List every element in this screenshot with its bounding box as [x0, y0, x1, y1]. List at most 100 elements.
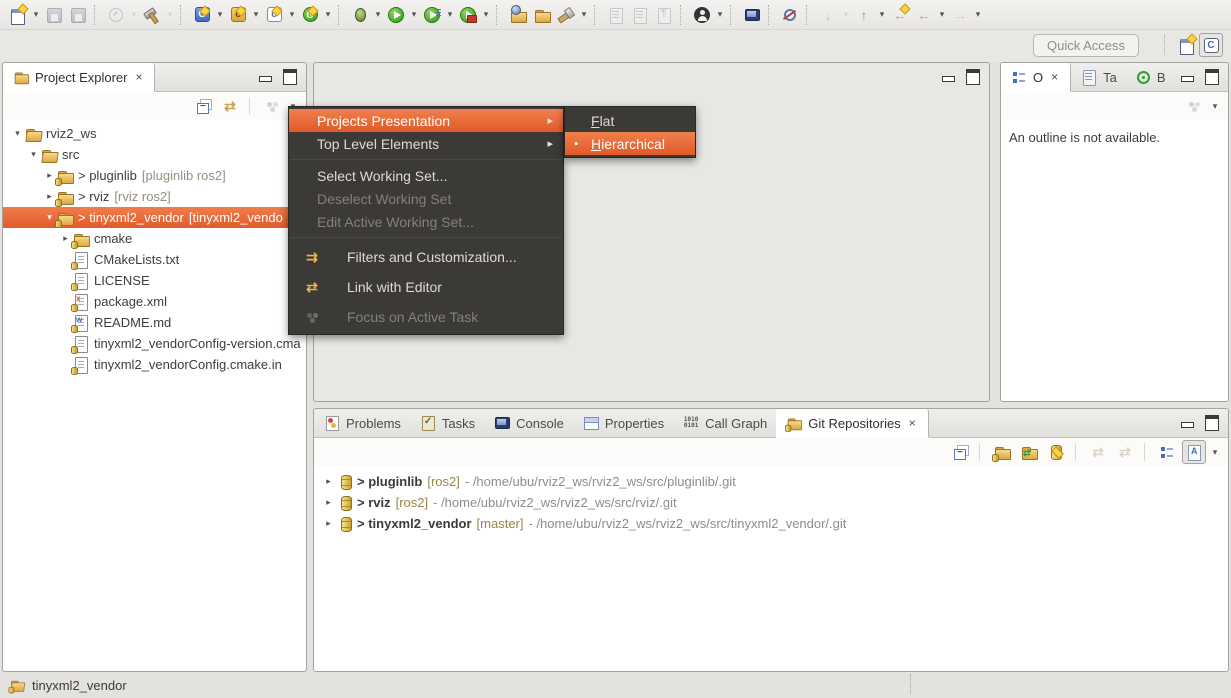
save-icon[interactable] [42, 3, 66, 27]
open-folder-icon[interactable] [530, 3, 554, 27]
brush-icon[interactable] [554, 3, 578, 27]
forward-dropdown-icon[interactable] [972, 3, 984, 27]
expand-arrow-icon[interactable] [322, 518, 335, 529]
menu-item-top-level-elements[interactable]: Top Level Elements [289, 132, 563, 155]
tab-console[interactable]: Console [484, 409, 573, 437]
menu-item-link-with-editor[interactable]: Link with Editor [289, 272, 563, 302]
view-menu-dropdown-icon[interactable] [1209, 94, 1221, 118]
new-wizard-icon[interactable] [6, 3, 30, 27]
user-account-icon[interactable] [690, 3, 714, 27]
run-history-icon[interactable] [420, 3, 444, 27]
next-annotation-icon[interactable] [816, 3, 840, 27]
tree-item[interactable]: tinyxml2_vendorConfig.cmake.in [3, 354, 306, 375]
tree-item[interactable]: x package.xml [3, 291, 306, 312]
cpp-perspective-icon[interactable]: C [1199, 33, 1223, 57]
menu-item-select-working-set[interactable]: Select Working Set... [289, 164, 563, 187]
run-icon[interactable] [384, 3, 408, 27]
next-annotation-dropdown-icon[interactable] [840, 3, 852, 27]
maximize-icon[interactable] [283, 69, 297, 85]
tree-item[interactable]: rviz2_ws [3, 123, 306, 144]
tab-call-graph[interactable]: Call Graph [673, 409, 776, 437]
collapse-all-icon[interactable] [948, 440, 972, 464]
minimize-icon[interactable] [942, 73, 955, 82]
menu-item-filters-and-customization[interactable]: Filters and Customization... [289, 242, 563, 272]
maximize-icon[interactable] [1205, 69, 1219, 85]
minimize-icon[interactable] [259, 73, 272, 82]
previous-annotation-icon[interactable] [852, 3, 876, 27]
new-c-file-dropdown-icon[interactable] [286, 3, 298, 27]
run-history-dropdown-icon[interactable] [444, 3, 456, 27]
expand-arrow-icon[interactable] [322, 497, 335, 508]
previous-annotation-dropdown-icon[interactable] [876, 3, 888, 27]
clock-dropdown-icon[interactable] [128, 3, 140, 27]
minimize-icon[interactable] [1181, 73, 1194, 82]
open-perspective-icon[interactable] [1175, 33, 1199, 57]
tab-tasks[interactable]: Tasks [410, 409, 484, 437]
new-c-file-icon[interactable]: c [262, 3, 286, 27]
view-menu-dropdown-icon[interactable] [1209, 440, 1221, 464]
show-lines-icon[interactable] [628, 3, 652, 27]
tab-problems[interactable]: Problems [314, 409, 410, 437]
brush-dropdown-icon[interactable] [578, 3, 590, 27]
git-repo-row[interactable]: > rviz [ros2] - /home/ubu/rviz2_ws/rviz2… [314, 492, 1228, 513]
clock-icon[interactable] [104, 3, 128, 27]
back-dropdown-icon[interactable] [936, 3, 948, 27]
close-icon[interactable] [906, 416, 919, 430]
tree-item[interactable]: > rviz [rviz ros2] [3, 186, 306, 207]
git-repo-row[interactable]: > tinyxml2_vendor [master] - /home/ubu/r… [314, 513, 1228, 534]
tree-item[interactable]: CMakeLists.txt [3, 249, 306, 270]
close-icon[interactable] [132, 70, 145, 84]
tree-item[interactable]: cmake [3, 228, 306, 249]
external-tools-dropdown-icon[interactable] [480, 3, 492, 27]
run-dropdown-icon[interactable] [408, 3, 420, 27]
git-repo-row[interactable]: > pluginlib [ros2] - /home/ubu/rviz2_ws/… [314, 471, 1228, 492]
block-selection-icon[interactable] [604, 3, 628, 27]
branch-hierarchy-icon[interactable] [1155, 440, 1179, 464]
new-cpp-class-icon[interactable]: c [226, 3, 250, 27]
new-cpp-project-icon[interactable]: C [190, 3, 214, 27]
collapse-all-icon[interactable] [191, 94, 215, 118]
new-cpp-class-dropdown-icon[interactable] [250, 3, 262, 27]
tree-item[interactable]: LICENSE [3, 270, 306, 291]
expand-arrow-icon[interactable] [322, 476, 335, 487]
external-tools-icon[interactable] [456, 3, 480, 27]
tree-item[interactable]: src [3, 144, 306, 165]
tab-properties[interactable]: Properties [573, 409, 673, 437]
menu-item-projects-presentation[interactable]: Projects Presentation [289, 109, 563, 132]
tree-item[interactable]: tinyxml2_vendorConfig-version.cma [3, 333, 306, 354]
tab-task-list[interactable]: Ta [1071, 63, 1126, 91]
create-repository-icon[interactable] [1044, 440, 1068, 464]
tree-item[interactable]: w README.md [3, 312, 306, 333]
build-hammer-icon[interactable] [140, 3, 164, 27]
maximize-icon[interactable] [1205, 415, 1219, 431]
debug-icon[interactable] [348, 3, 372, 27]
import-projects-icon[interactable] [506, 3, 530, 27]
save-all-icon[interactable] [66, 3, 90, 27]
tab-outline[interactable]: O [1001, 63, 1072, 92]
search-icon[interactable] [778, 3, 802, 27]
quick-access-button[interactable]: Quick Access [1033, 34, 1139, 57]
tab-breakpoints[interactable]: B [1126, 63, 1175, 91]
expand-arrow-icon[interactable] [27, 149, 40, 160]
debug-dropdown-icon[interactable] [372, 3, 384, 27]
user-account-dropdown-icon[interactable] [714, 3, 726, 27]
repository-name-toggle-icon[interactable] [1182, 440, 1206, 464]
tab-project-explorer[interactable]: Project Explorer [3, 63, 156, 92]
link-with-editor-icon[interactable] [218, 94, 242, 118]
push-icon[interactable] [1113, 440, 1137, 464]
tab-git-repositories[interactable]: Git Repositories [776, 409, 929, 438]
minimize-icon[interactable] [1181, 419, 1194, 428]
forward-icon[interactable] [948, 3, 972, 27]
new-wizard-dropdown-icon[interactable] [30, 3, 42, 27]
expand-arrow-icon[interactable] [11, 128, 24, 139]
last-edit-location-icon[interactable] [888, 3, 912, 27]
submenu-item-flat[interactable]: Flat [565, 109, 695, 132]
fetch-icon[interactable] [1086, 440, 1110, 464]
back-icon[interactable] [912, 3, 936, 27]
new-cpp-project-dropdown-icon[interactable] [214, 3, 226, 27]
build-dropdown-icon[interactable] [164, 3, 176, 27]
terminal-icon[interactable] [740, 3, 764, 27]
clone-repository-icon[interactable] [1017, 440, 1041, 464]
new-green-wizard-icon[interactable]: G [298, 3, 322, 27]
new-green-wizard-dropdown-icon[interactable] [322, 3, 334, 27]
